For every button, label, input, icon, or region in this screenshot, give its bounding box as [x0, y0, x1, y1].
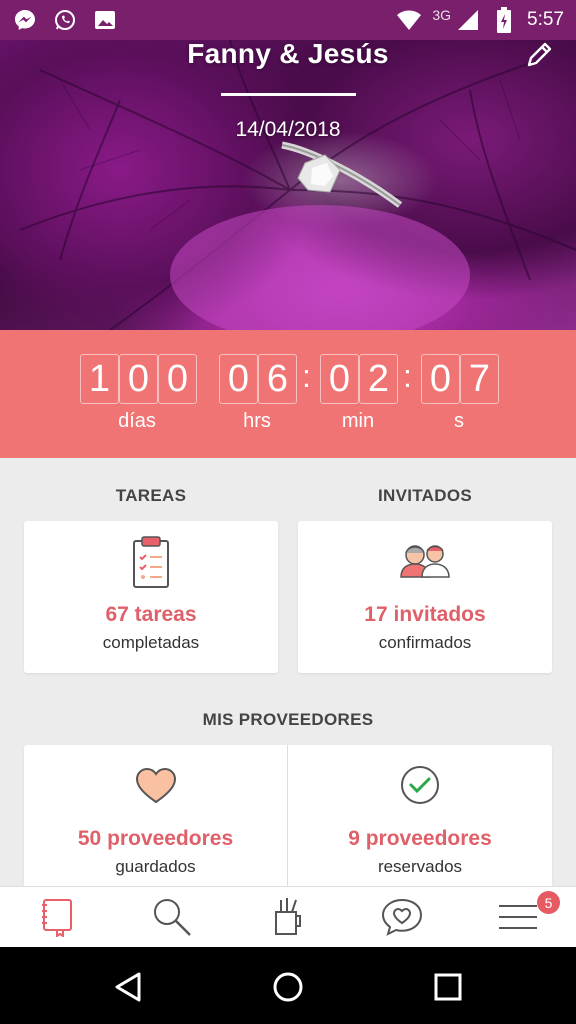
back-button[interactable] — [106, 965, 150, 1009]
saved-count: 50 proveedores — [77, 827, 234, 850]
countdown-seconds: 0 7 — [421, 354, 499, 404]
bottom-navigation: 5 — [0, 886, 576, 947]
ring-graphic — [281, 141, 403, 208]
booked-count: 9 proveedores — [348, 827, 492, 850]
tasks-count: 67 tareas — [105, 603, 197, 626]
countdown-colon: : — [302, 358, 311, 394]
nav-vendors[interactable] — [258, 895, 318, 939]
hours-label: hrs — [243, 410, 271, 432]
chat-heart-icon — [381, 898, 423, 936]
countdown-days: 1 0 0 — [80, 354, 197, 404]
hero-banner: Fanny & Jesús 14/04/2018 — [0, 0, 576, 330]
days-label: días — [118, 410, 156, 432]
home-circle-icon — [273, 972, 303, 1002]
saved-status: guardados — [115, 857, 196, 876]
system-navigation-bar — [0, 947, 576, 1024]
signal-icon — [455, 7, 481, 33]
status-bar: 3G 5:57 — [0, 0, 576, 40]
countdown-digit: 2 — [359, 354, 398, 404]
recents-button[interactable] — [426, 965, 470, 1009]
vendors-booked[interactable]: 9 proveedores reservados — [288, 745, 552, 905]
countdown-digit: 0 — [158, 354, 197, 404]
guests-card[interactable]: 17 invitados confirmados — [298, 521, 552, 673]
search-icon — [154, 899, 191, 936]
guests-couple-icon — [400, 545, 450, 578]
messenger-icon — [12, 7, 38, 33]
notification-badge: 5 — [537, 891, 560, 914]
countdown-colon: : — [403, 358, 412, 394]
check-circle-icon — [401, 766, 439, 804]
booked-status: reservados — [377, 857, 463, 876]
countdown-digit: 6 — [258, 354, 297, 404]
nav-search[interactable] — [142, 895, 202, 939]
whatsapp-icon — [52, 7, 78, 33]
vendors-tools-icon — [275, 898, 301, 935]
countdown-hours: 0 6 — [219, 354, 297, 404]
recents-square-icon — [434, 973, 462, 1001]
minutes-label: min — [341, 410, 375, 432]
clock: 5:57 — [527, 9, 564, 30]
wedding-date: 14/04/2018 — [235, 118, 341, 141]
couple-names: Fanny & Jesús — [187, 38, 389, 69]
countdown-digit: 7 — [460, 354, 499, 404]
tasks-card[interactable]: 67 tareas completadas — [24, 521, 278, 673]
vendors-saved[interactable]: 50 proveedores guardados — [24, 745, 287, 905]
guests-status: confirmados — [378, 633, 472, 652]
notebook-icon — [42, 899, 72, 937]
countdown-digit: 0 — [320, 354, 359, 404]
seconds-label: s — [454, 410, 464, 432]
nav-messages[interactable] — [372, 895, 432, 939]
network-type: 3G — [432, 7, 452, 23]
countdown-panel: 1 0 0 0 6 : 0 2 : 0 7 días hrs min s — [0, 330, 576, 458]
countdown-digit: 0 — [219, 354, 258, 404]
image-icon — [92, 7, 118, 33]
countdown-digit: 1 — [80, 354, 119, 404]
countdown-digit: 0 — [119, 354, 158, 404]
tasks-heading: TAREAS — [115, 486, 187, 505]
vendors-heading: MIS PROVEEDORES — [202, 710, 374, 729]
back-triangle-icon — [115, 972, 141, 1002]
countdown-digit: 0 — [421, 354, 460, 404]
battery-icon — [491, 7, 517, 33]
nav-notebook[interactable] — [27, 895, 87, 939]
guests-heading: INVITADOS — [377, 486, 472, 505]
menu-icon — [499, 905, 537, 929]
home-button[interactable] — [266, 965, 310, 1009]
guests-count: 17 invitados — [364, 603, 486, 626]
title-underline — [221, 93, 356, 96]
pencil-icon — [527, 42, 552, 67]
wifi-icon — [396, 7, 422, 33]
clipboard-checklist-icon — [133, 536, 169, 588]
vendors-card: 50 proveedores guardados 9 proveedores r… — [24, 745, 552, 905]
edit-button[interactable] — [522, 38, 556, 72]
tasks-status: completadas — [102, 633, 200, 652]
heart-icon — [135, 767, 176, 804]
countdown-minutes: 0 2 — [320, 354, 398, 404]
